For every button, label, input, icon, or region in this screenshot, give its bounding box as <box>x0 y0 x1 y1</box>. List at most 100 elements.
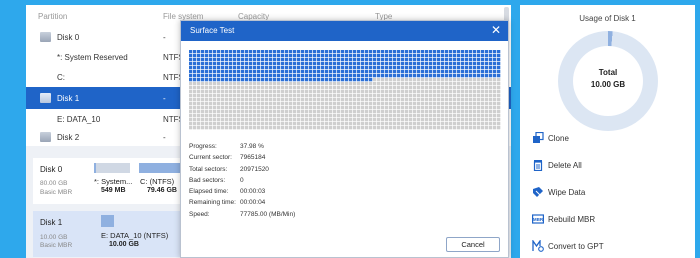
sector-block-pending <box>485 78 489 82</box>
sector-block-pending <box>417 94 421 98</box>
sector-block-pending <box>289 82 293 86</box>
sector-block-pending <box>193 82 197 86</box>
sector-block-pending <box>209 90 213 94</box>
sector-block-scanned <box>473 50 477 54</box>
sector-block-pending <box>433 90 437 94</box>
sector-block-scanned <box>221 74 225 78</box>
sector-block-scanned <box>401 54 405 58</box>
sector-block-pending <box>317 86 321 90</box>
sector-block-pending <box>453 114 457 118</box>
sector-block-pending <box>385 114 389 118</box>
sector-block-pending <box>197 94 201 98</box>
sector-block-scanned <box>417 62 421 66</box>
sector-block-pending <box>373 90 377 94</box>
sector-block-pending <box>345 94 349 98</box>
delete-all-button[interactable]: Delete All <box>532 158 682 174</box>
wipe-data-button[interactable]: Wipe Data <box>532 185 682 201</box>
sector-block-scanned <box>229 74 233 78</box>
sector-block-pending <box>405 90 409 94</box>
sector-block-pending <box>301 90 305 94</box>
sector-block-scanned <box>429 50 433 54</box>
sector-block-scanned <box>441 70 445 74</box>
sector-block-pending <box>397 126 401 130</box>
sector-block-pending <box>249 86 253 90</box>
sector-block-pending <box>421 118 425 122</box>
sector-block-scanned <box>445 58 449 62</box>
sector-block-pending <box>285 86 289 90</box>
sector-block-scanned <box>293 66 297 70</box>
sector-block-pending <box>401 110 405 114</box>
partition-bar-data-10[interactable] <box>101 215 114 227</box>
sector-block-scanned <box>353 50 357 54</box>
sector-block-pending <box>341 110 345 114</box>
sector-block-pending <box>317 106 321 110</box>
sector-block-pending <box>361 126 365 130</box>
sector-block-pending <box>305 86 309 90</box>
sector-block-pending <box>381 102 385 106</box>
dialog-titlebar[interactable]: Surface Test ✕ <box>181 21 508 41</box>
sector-block-pending <box>445 94 449 98</box>
sector-block-pending <box>321 102 325 106</box>
disk-icon <box>40 93 51 103</box>
sector-block-scanned <box>405 74 409 78</box>
rebuild-mbr-button[interactable]: MBR Rebuild MBR <box>532 212 682 228</box>
sector-block-scanned <box>341 58 345 62</box>
convert-to-gpt-button[interactable]: Convert to GPT <box>532 239 682 255</box>
sector-block-scanned <box>265 66 269 70</box>
sector-block-pending <box>265 102 269 106</box>
cancel-button[interactable]: Cancel <box>446 237 500 252</box>
sector-block-pending <box>189 86 193 90</box>
partition-bar-c[interactable] <box>139 163 185 173</box>
donut-total-value: 10.00 GB <box>590 80 626 89</box>
sector-block-pending <box>333 98 337 102</box>
sector-block-scanned <box>369 78 373 82</box>
sector-block-pending <box>229 90 233 94</box>
partition-bar-system[interactable] <box>94 163 130 173</box>
sector-block-scanned <box>329 58 333 62</box>
sector-block-pending <box>369 126 373 130</box>
sector-block-scanned <box>221 62 225 66</box>
sector-block-pending <box>385 98 389 102</box>
sector-block-pending <box>413 90 417 94</box>
sector-block-pending <box>237 90 241 94</box>
sector-block-pending <box>313 122 317 126</box>
sector-block-scanned <box>189 66 193 70</box>
sector-block-pending <box>265 110 269 114</box>
sector-block-pending <box>249 106 253 110</box>
sector-block-pending <box>393 78 397 82</box>
sector-block-pending <box>189 94 193 98</box>
wipe-data-label: Wipe Data <box>548 188 586 197</box>
sector-block-scanned <box>361 66 365 70</box>
sector-block-pending <box>397 86 401 90</box>
sector-block-scanned <box>209 66 213 70</box>
sector-block-pending <box>209 106 213 110</box>
sector-block-pending <box>401 106 405 110</box>
mbr-icon: MBR <box>532 214 544 224</box>
sector-block-pending <box>413 98 417 102</box>
sector-block-pending <box>497 98 501 102</box>
clone-button[interactable]: Clone <box>532 131 682 147</box>
sector-block-pending <box>345 98 349 102</box>
sector-block-pending <box>425 82 429 86</box>
sector-block-pending <box>433 126 437 130</box>
sector-block-pending <box>229 106 233 110</box>
sector-block-pending <box>217 82 221 86</box>
sector-block-scanned <box>297 58 301 62</box>
close-icon[interactable]: ✕ <box>491 23 501 37</box>
sector-block-pending <box>317 98 321 102</box>
sector-block-pending <box>233 86 237 90</box>
sector-block-scanned <box>437 66 441 70</box>
col-partition[interactable]: Partition <box>38 12 67 21</box>
sector-block-pending <box>285 126 289 130</box>
sector-block-scanned <box>297 66 301 70</box>
sector-block-pending <box>245 126 249 130</box>
sector-block-scanned <box>405 70 409 74</box>
sector-block-scanned <box>285 58 289 62</box>
sector-block-pending <box>357 102 361 106</box>
sector-block-scanned <box>469 58 473 62</box>
sector-block-scanned <box>489 50 493 54</box>
sector-block-pending <box>465 82 469 86</box>
sector-block-pending <box>429 86 433 90</box>
sector-block-pending <box>453 82 457 86</box>
sector-block-pending <box>489 90 493 94</box>
